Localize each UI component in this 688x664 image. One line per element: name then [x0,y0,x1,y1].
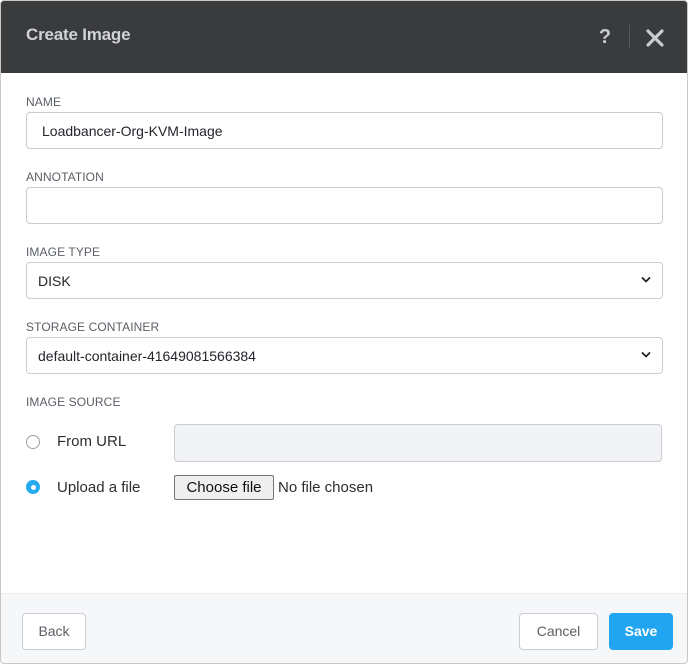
from-url-label[interactable]: From URL [57,433,126,450]
header-divider [629,25,630,49]
storage-container-select[interactable]: default-container-41649081566384 [26,337,663,374]
file-status-text: No file chosen [278,479,374,496]
create-image-dialog: Create Image ? NAME ANNOTATION IMAGE TYP… [0,0,688,664]
name-input[interactable] [26,112,663,149]
chevron-down-icon [641,277,651,283]
cancel-button[interactable]: Cancel [519,613,598,650]
name-label: NAME [26,95,62,109]
help-icon[interactable]: ? [595,25,615,49]
annotation-label: ANNOTATION [26,170,104,184]
close-icon[interactable] [644,27,666,49]
from-url-radio[interactable] [26,435,40,449]
dialog-title: Create Image [26,25,131,44]
dialog-body: NAME ANNOTATION IMAGE TYPE DISK STORAGE … [1,73,687,593]
choose-file-button[interactable]: Choose file [174,475,274,500]
image-type-value: DISK [38,273,71,289]
dialog-header: Create Image ? [1,1,687,73]
image-source-label: IMAGE SOURCE [26,395,121,409]
url-input[interactable] [174,424,662,462]
image-type-label: IMAGE TYPE [26,245,101,259]
image-type-select[interactable]: DISK [26,262,663,299]
upload-file-radio[interactable] [26,480,40,494]
chevron-down-icon [641,352,651,358]
save-button[interactable]: Save [609,613,673,650]
annotation-input[interactable] [26,187,663,224]
back-button[interactable]: Back [22,613,86,650]
dialog-footer: Back Cancel Save [1,593,687,663]
storage-container-label: STORAGE CONTAINER [26,320,160,334]
upload-file-label[interactable]: Upload a file [57,479,140,496]
storage-container-value: default-container-41649081566384 [38,348,256,364]
